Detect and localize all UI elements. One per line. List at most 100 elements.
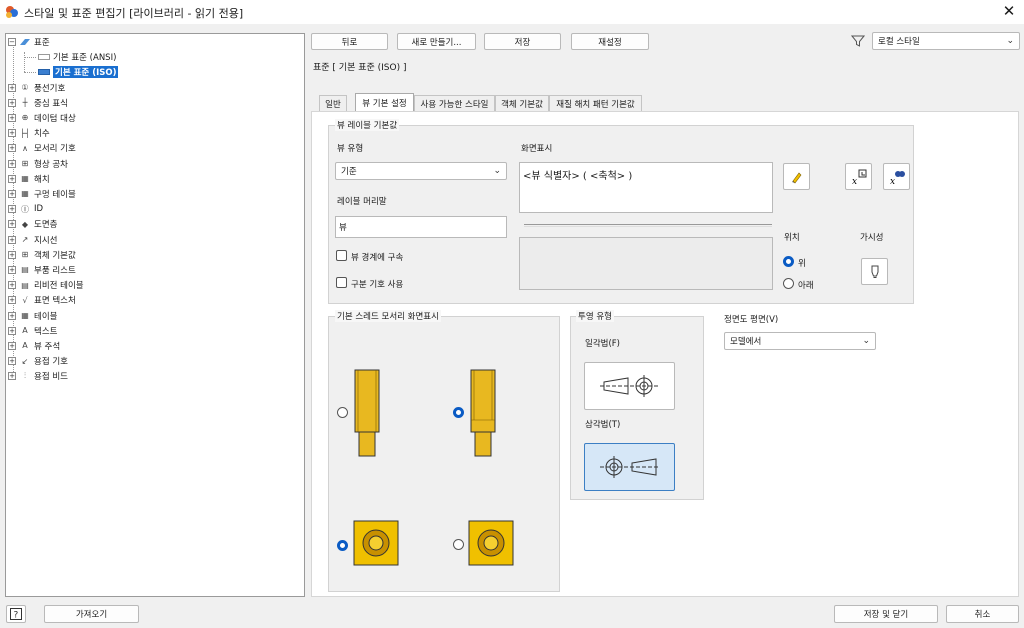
filter-icon[interactable] [850, 34, 866, 48]
position-label: 위치 [784, 233, 800, 243]
expand-icon[interactable]: + [8, 144, 16, 153]
tab-object-defaults[interactable]: 객체 기본값 [495, 95, 549, 111]
revision-table-icon: ▤ [21, 280, 29, 290]
tab-hatch-defaults[interactable]: 재질 해치 패턴 기본값 [549, 95, 642, 111]
hatch-icon: ▦ [21, 174, 29, 184]
thread-option-1-radio[interactable] [337, 407, 348, 418]
tree-item-category[interactable]: + √ 표면 텍스처 [8, 293, 76, 308]
tab-general[interactable]: 일반 [319, 95, 347, 111]
tree-item-category[interactable]: + A 뷰 주석 [8, 338, 60, 353]
expand-icon[interactable]: + [8, 372, 16, 381]
svg-text:x: x [890, 177, 895, 186]
tree-item-category[interactable]: + ⊞ 객체 기본값 [8, 247, 76, 262]
reset-button[interactable]: 재설정 [571, 33, 649, 50]
tree-item-category[interactable]: + ↙ 용접 기호 [8, 354, 68, 369]
first-angle-projection-button[interactable] [584, 362, 675, 410]
tree-item-category[interactable]: + ▤ 리비전 테이블 [8, 278, 84, 293]
expand-icon[interactable]: + [8, 220, 16, 229]
balloon-icon: ① [21, 83, 29, 92]
expand-icon[interactable]: + [8, 159, 16, 168]
cancel-button[interactable]: 취소 [946, 605, 1019, 623]
expand-icon[interactable]: + [8, 83, 16, 92]
style-filter-select[interactable]: 로컬 스타일 ⌄ [872, 32, 1020, 50]
display-format-input[interactable]: <뷰 식별자> ( <축척> ) [519, 162, 773, 213]
tree-item-category[interactable]: + ▦ 테이블 [8, 308, 57, 323]
constrain-checkbox[interactable] [336, 250, 347, 261]
expand-icon[interactable]: + [8, 326, 16, 335]
save-close-button[interactable]: 저장 및 닫기 [834, 605, 938, 623]
tree-item-category[interactable]: + ├┤ 치수 [8, 126, 50, 141]
delimiter-checkbox[interactable] [336, 277, 347, 288]
tree-item-category[interactable]: + ∧ 모서리 기호 [8, 141, 76, 156]
thread-option-2-radio[interactable] [453, 407, 464, 418]
collapse-icon[interactable]: − [8, 37, 16, 46]
tree-item-category[interactable]: + ┼ 중심 표식 [8, 95, 68, 110]
third-angle-projection-button[interactable] [584, 443, 675, 491]
tab-available-styles[interactable]: 사용 가능한 스타일 [414, 95, 495, 111]
expand-icon[interactable]: + [8, 205, 16, 214]
tree-item-iso[interactable]: 기본 표준 (ISO) [38, 64, 119, 79]
help-icon[interactable]: ? [6, 605, 26, 623]
expand-icon[interactable]: + [8, 189, 16, 198]
new-button[interactable]: 새로 만들기... [397, 33, 476, 50]
expand-icon[interactable]: + [8, 296, 16, 305]
position-above-radio[interactable] [783, 256, 794, 267]
view-type-select[interactable]: 기준 ⌄ [335, 162, 507, 180]
back-button[interactable]: 뒤로 [311, 33, 388, 50]
thread-option-3-radio[interactable] [337, 540, 348, 551]
layer-icon: ◆ [21, 219, 29, 229]
expand-icon[interactable]: + [8, 341, 16, 350]
delimiter-label: 구분 기호 사용 [351, 280, 404, 290]
tree-item-category[interactable]: + A 텍스트 [8, 323, 57, 338]
expand-icon[interactable]: + [8, 265, 16, 274]
divider [524, 224, 772, 227]
tree-item-category[interactable]: + ⫶ 용접 비드 [8, 369, 68, 384]
front-plane-select[interactable]: 모델에서 ⌄ [724, 332, 876, 350]
expand-icon[interactable]: + [8, 98, 16, 107]
surface-texture-icon: √ [22, 295, 28, 305]
thread-option-4-radio[interactable] [453, 539, 464, 550]
import-button[interactable]: 가져오기 [44, 605, 139, 623]
tree-item-ansi[interactable]: 기본 표준 (ANSI) [38, 49, 116, 64]
expand-icon[interactable]: + [8, 281, 16, 290]
tree-item-category[interactable]: + ① 풍선기호 [8, 80, 65, 95]
chevron-down-icon: ⌄ [1006, 36, 1014, 46]
insert-field-icon[interactable]: x [845, 163, 872, 190]
text-icon: A [22, 326, 28, 336]
tree-item-category[interactable]: + ⊞ 형상 공차 [8, 156, 68, 171]
tree-item-category[interactable]: + ▦ 해치 [8, 171, 50, 186]
save-button[interactable]: 저장 [484, 33, 561, 50]
tree-item-category[interactable]: + ▦ 구멍 테이블 [8, 186, 76, 201]
feature-control-icon: ⊞ [21, 159, 29, 168]
expand-icon[interactable]: + [8, 113, 16, 122]
expand-icon[interactable]: + [8, 250, 16, 259]
expand-icon[interactable]: + [8, 235, 16, 244]
tab-view-preferences[interactable]: 뷰 기본 설정 [355, 93, 414, 111]
tree-item-standard[interactable]: − 표준 [8, 34, 50, 49]
close-icon[interactable]: ✕ [998, 2, 1020, 22]
center-mark-icon: ┼ [22, 98, 28, 108]
tree-item-category[interactable]: + ◆ 도면층 [8, 217, 57, 232]
svg-text:?: ? [14, 611, 19, 621]
style-tree[interactable]: − 표준 기본 표준 (ANSI) 기본 표준 (ISO) + ① 풍선기호 + ┼ 중심… [5, 33, 305, 597]
position-below-radio[interactable] [783, 278, 794, 289]
display-label: 화면표시 [521, 144, 553, 154]
find-field-icon[interactable]: x [883, 163, 910, 190]
label-prefix-input[interactable]: 뷰 [335, 216, 507, 238]
standard-header: 표준 [ 기본 표준 (ISO) ] [313, 63, 407, 73]
weld-bead-icon: ⫶ [24, 371, 26, 381]
edit-text-icon[interactable] [783, 163, 810, 190]
view-label-group-title: 뷰 레이블 기본값 [335, 119, 400, 131]
tree-item-category[interactable]: + ▤ 부품 리스트 [8, 262, 76, 277]
leader-icon: ↗ [21, 235, 29, 244]
constrain-label: 뷰 경계에 구속 [351, 253, 404, 263]
visibility-bulb-icon[interactable] [861, 258, 888, 285]
expand-icon[interactable]: + [8, 129, 16, 138]
tree-item-category[interactable]: + ↗ 지시선 [8, 232, 57, 247]
tree-item-category[interactable]: + ⊕ 데이텀 대상 [8, 110, 76, 125]
expand-icon[interactable]: + [8, 357, 16, 366]
expand-icon[interactable]: + [8, 311, 16, 320]
projection-group-title: 투영 유형 [576, 310, 614, 322]
tree-item-category[interactable]: + Ⓘ ID [8, 202, 43, 217]
expand-icon[interactable]: + [8, 174, 16, 183]
